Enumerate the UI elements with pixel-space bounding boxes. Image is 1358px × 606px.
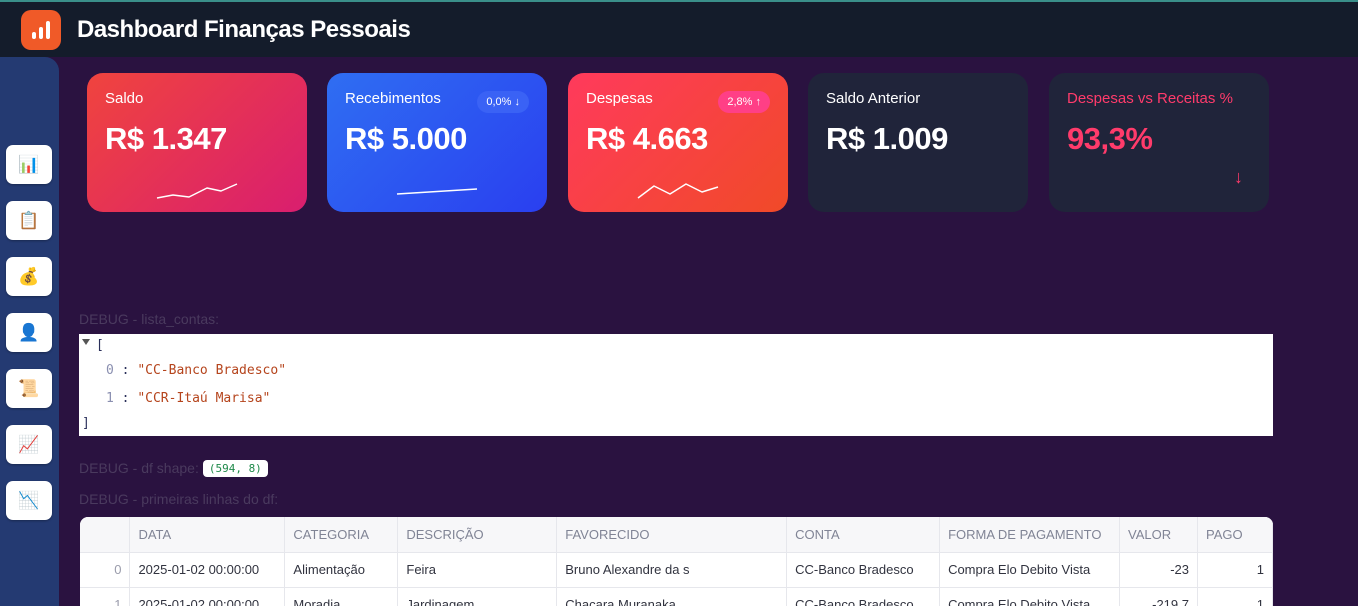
sidebar-item-dashboard[interactable]: 📊 <box>6 145 52 184</box>
card-label: Recebimentos <box>345 90 441 107</box>
table-header-row: DATA CATEGORIA DESCRIÇÃO FAVORECIDO CONT… <box>80 517 1273 553</box>
cell-valor[interactable]: -219,7 <box>1119 587 1198 606</box>
cell-favorecido[interactable]: Chacara Muranaka <box>556 587 788 606</box>
sparkline <box>396 188 478 195</box>
cell-conta[interactable]: CC-Banco Bradesco <box>786 587 941 606</box>
dataframe-table[interactable]: DATA CATEGORIA DESCRIÇÃO FAVORECIDO CONT… <box>80 517 1273 606</box>
arrow-down-icon: ↓ <box>1234 167 1243 187</box>
table-row[interactable]: 1 2025-01-02 00:00:00 Moradia Jardinagem… <box>80 587 1273 606</box>
cell-valor[interactable]: -23 <box>1119 552 1198 588</box>
card-saldo-anterior: Saldo Anterior R$ 1.009 <box>808 73 1028 212</box>
row-index: 0 <box>80 552 131 588</box>
sparkline <box>156 183 238 199</box>
json-value: "CCR-Itaú Marisa" <box>137 391 271 406</box>
cell-data[interactable]: 2025-01-02 00:00:00 <box>129 587 286 606</box>
card-label: Despesas vs Receitas % <box>1067 90 1233 107</box>
cell-descricao[interactable]: Feira <box>397 552 558 588</box>
cell-data[interactable]: 2025-01-02 00:00:00 <box>129 552 286 588</box>
column-header-favorecido[interactable]: FAVORECIDO <box>556 517 788 553</box>
cell-favorecido[interactable]: Bruno Alexandre da s <box>556 552 788 588</box>
cell-descricao[interactable]: Jardinagem <box>397 587 558 606</box>
card-label: Despesas <box>586 90 653 107</box>
card-despesas: Despesas 2,8% ↑ R$ 4.663 <box>568 73 788 212</box>
chart-down-icon: 📉 <box>18 490 40 510</box>
sidebar-item-despesas[interactable]: 📉 <box>6 481 52 520</box>
debug-lista-contas-label: DEBUG - lista_contas: <box>79 311 220 327</box>
sidebar-item-relatorios[interactable]: 📜 <box>6 369 52 408</box>
app-title: Dashboard Finanças Pessoais <box>77 16 411 43</box>
column-header-forma-pagamento[interactable]: FORMA DE PAGAMENTO <box>939 517 1121 553</box>
column-header-valor[interactable]: VALOR <box>1119 517 1198 553</box>
row-index: 1 <box>80 587 131 606</box>
column-header-data[interactable]: DATA <box>129 517 286 553</box>
card-value: 93,3% <box>1067 121 1153 156</box>
bar-chart-icon: 📊 <box>18 154 40 174</box>
scroll-icon: 📜 <box>18 378 40 398</box>
collapse-toggle-icon[interactable] <box>82 339 90 345</box>
sidebar-item-lancamentos[interactable]: 📋 <box>6 201 52 240</box>
card-despesas-vs-receitas: Despesas vs Receitas % 93,3% ↓ <box>1049 73 1269 212</box>
debug-df-shape-label: DEBUG - df shape: <box>79 460 199 476</box>
sidebar-item-perfil[interactable]: 👤 <box>6 313 52 352</box>
bar-chart-icon <box>21 10 61 50</box>
sidebar-item-receitas[interactable]: 📈 <box>6 425 52 464</box>
json-viewer: [ 0 : "CC-Banco Bradesco" 1 : "CCR-Itaú … <box>79 334 1273 436</box>
top-bar: Dashboard Finanças Pessoais <box>0 0 1358 57</box>
cell-conta[interactable]: CC-Banco Bradesco <box>786 552 941 588</box>
json-close-bracket: ] <box>82 416 90 431</box>
json-value: "CC-Banco Bradesco" <box>137 363 287 378</box>
cell-categoria[interactable]: Alimentação <box>284 552 399 588</box>
card-value: R$ 5.000 <box>345 121 467 156</box>
card-label: Saldo <box>105 90 144 107</box>
json-open-bracket: [ <box>96 338 104 353</box>
cell-pago[interactable]: 1 <box>1197 587 1273 606</box>
debug-df-shape: DEBUG - df shape: (594, 8) <box>79 460 268 478</box>
json-index: 1 <box>106 391 114 406</box>
money-bag-icon: 💰 <box>18 266 40 286</box>
change-badge: 0,0% ↓ <box>477 91 529 113</box>
sidebar: 📊 📋 💰 👤 📜 📈 📉 <box>0 57 59 606</box>
card-value: R$ 1.347 <box>105 121 227 156</box>
debug-primeiras-linhas-label: DEBUG - primeiras linhas do df: <box>79 491 279 507</box>
df-shape-value: (594, 8) <box>202 460 268 477</box>
json-item: 1 : "CCR-Itaú Marisa" <box>106 391 271 406</box>
column-header-conta[interactable]: CONTA <box>786 517 941 553</box>
person-icon: 👤 <box>18 322 40 342</box>
cell-forma-pagamento[interactable]: Compra Elo Debito Vista <box>939 587 1121 606</box>
column-header-index[interactable] <box>80 517 131 553</box>
change-badge: 2,8% ↑ <box>718 91 770 113</box>
cell-categoria[interactable]: Moradia <box>284 587 399 606</box>
sidebar-item-financas[interactable]: 💰 <box>6 257 52 296</box>
card-recebimentos: Recebimentos 0,0% ↓ R$ 5.000 <box>327 73 547 212</box>
clipboard-icon: 📋 <box>18 210 40 230</box>
card-label: Saldo Anterior <box>826 90 921 107</box>
cell-forma-pagamento[interactable]: Compra Elo Debito Vista <box>939 552 1121 588</box>
column-header-categoria[interactable]: CATEGORIA <box>284 517 399 553</box>
card-value: R$ 1.009 <box>826 121 948 156</box>
column-header-descricao[interactable]: DESCRIÇÃO <box>397 517 558 553</box>
table-row[interactable]: 0 2025-01-02 00:00:00 Alimentação Feira … <box>80 552 1273 588</box>
sparkline <box>637 183 719 199</box>
json-index: 0 <box>106 363 114 378</box>
cell-pago[interactable]: 1 <box>1197 552 1273 588</box>
json-item: 0 : "CC-Banco Bradesco" <box>106 363 287 378</box>
column-header-pago[interactable]: PAGO <box>1197 517 1273 553</box>
chart-up-icon: 📈 <box>18 434 40 454</box>
card-value: R$ 4.663 <box>586 121 708 156</box>
card-saldo: Saldo R$ 1.347 <box>87 73 307 212</box>
